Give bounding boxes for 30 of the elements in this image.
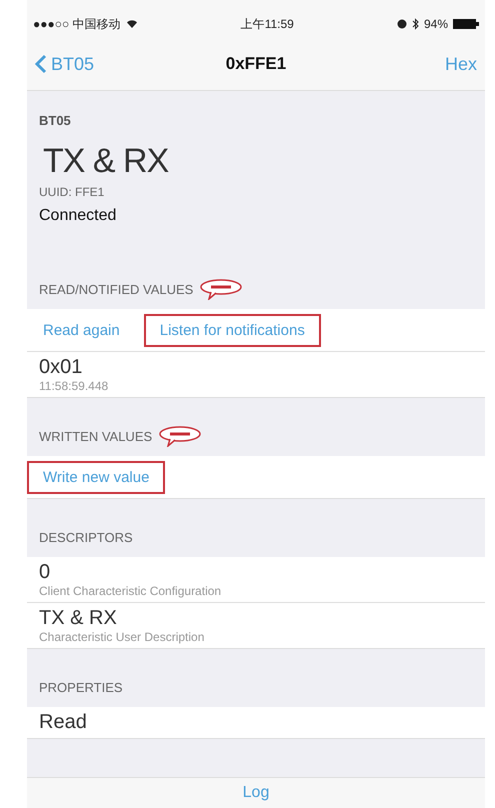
clock-time: 上午11:59	[240, 16, 294, 32]
carrier-label: ●●●○○ 中国移动	[33, 16, 121, 32]
connection-status: Connected	[39, 207, 118, 225]
battery-icon	[453, 19, 479, 29]
uuid-label: UUID: FFE1	[39, 185, 106, 199]
action-button[interactable]: Listen for notifications	[144, 314, 321, 346]
battery-percent: 94%	[424, 17, 448, 31]
chevron-icon	[35, 54, 47, 74]
alarm-icon	[396, 19, 407, 29]
value-text: TX & RX	[39, 607, 118, 630]
section-header: DESCRIPTORS	[39, 530, 133, 544]
value-detail: 11:58:59.448	[39, 379, 110, 393]
action-button[interactable]: Write new value	[27, 460, 166, 494]
value-detail: Client Characteristic Configuration	[39, 584, 222, 598]
value-text: Read	[39, 711, 88, 734]
wifi-icon	[126, 19, 138, 29]
characteristic-name: TX & RX	[42, 142, 170, 181]
bluetooth-icon	[412, 18, 419, 30]
log-button[interactable]: Log	[236, 783, 276, 803]
section-header: WRITTEN VALUES	[39, 428, 152, 444]
value-detail: Characteristic User Description	[39, 630, 206, 644]
value-text: 0	[39, 561, 52, 584]
value-text: 0x01	[39, 356, 84, 379]
section-header: PROPERTIES	[39, 680, 123, 694]
nav-title: 0xFFE1	[226, 54, 286, 74]
section-header: READ/NOTIFIED VALUES	[39, 282, 194, 296]
hex-button[interactable]: Hex	[366, 54, 477, 74]
back-button[interactable]: BT05	[35, 54, 145, 74]
action-button[interactable]: Read again	[27, 314, 136, 346]
device-name: BT05	[39, 113, 72, 128]
